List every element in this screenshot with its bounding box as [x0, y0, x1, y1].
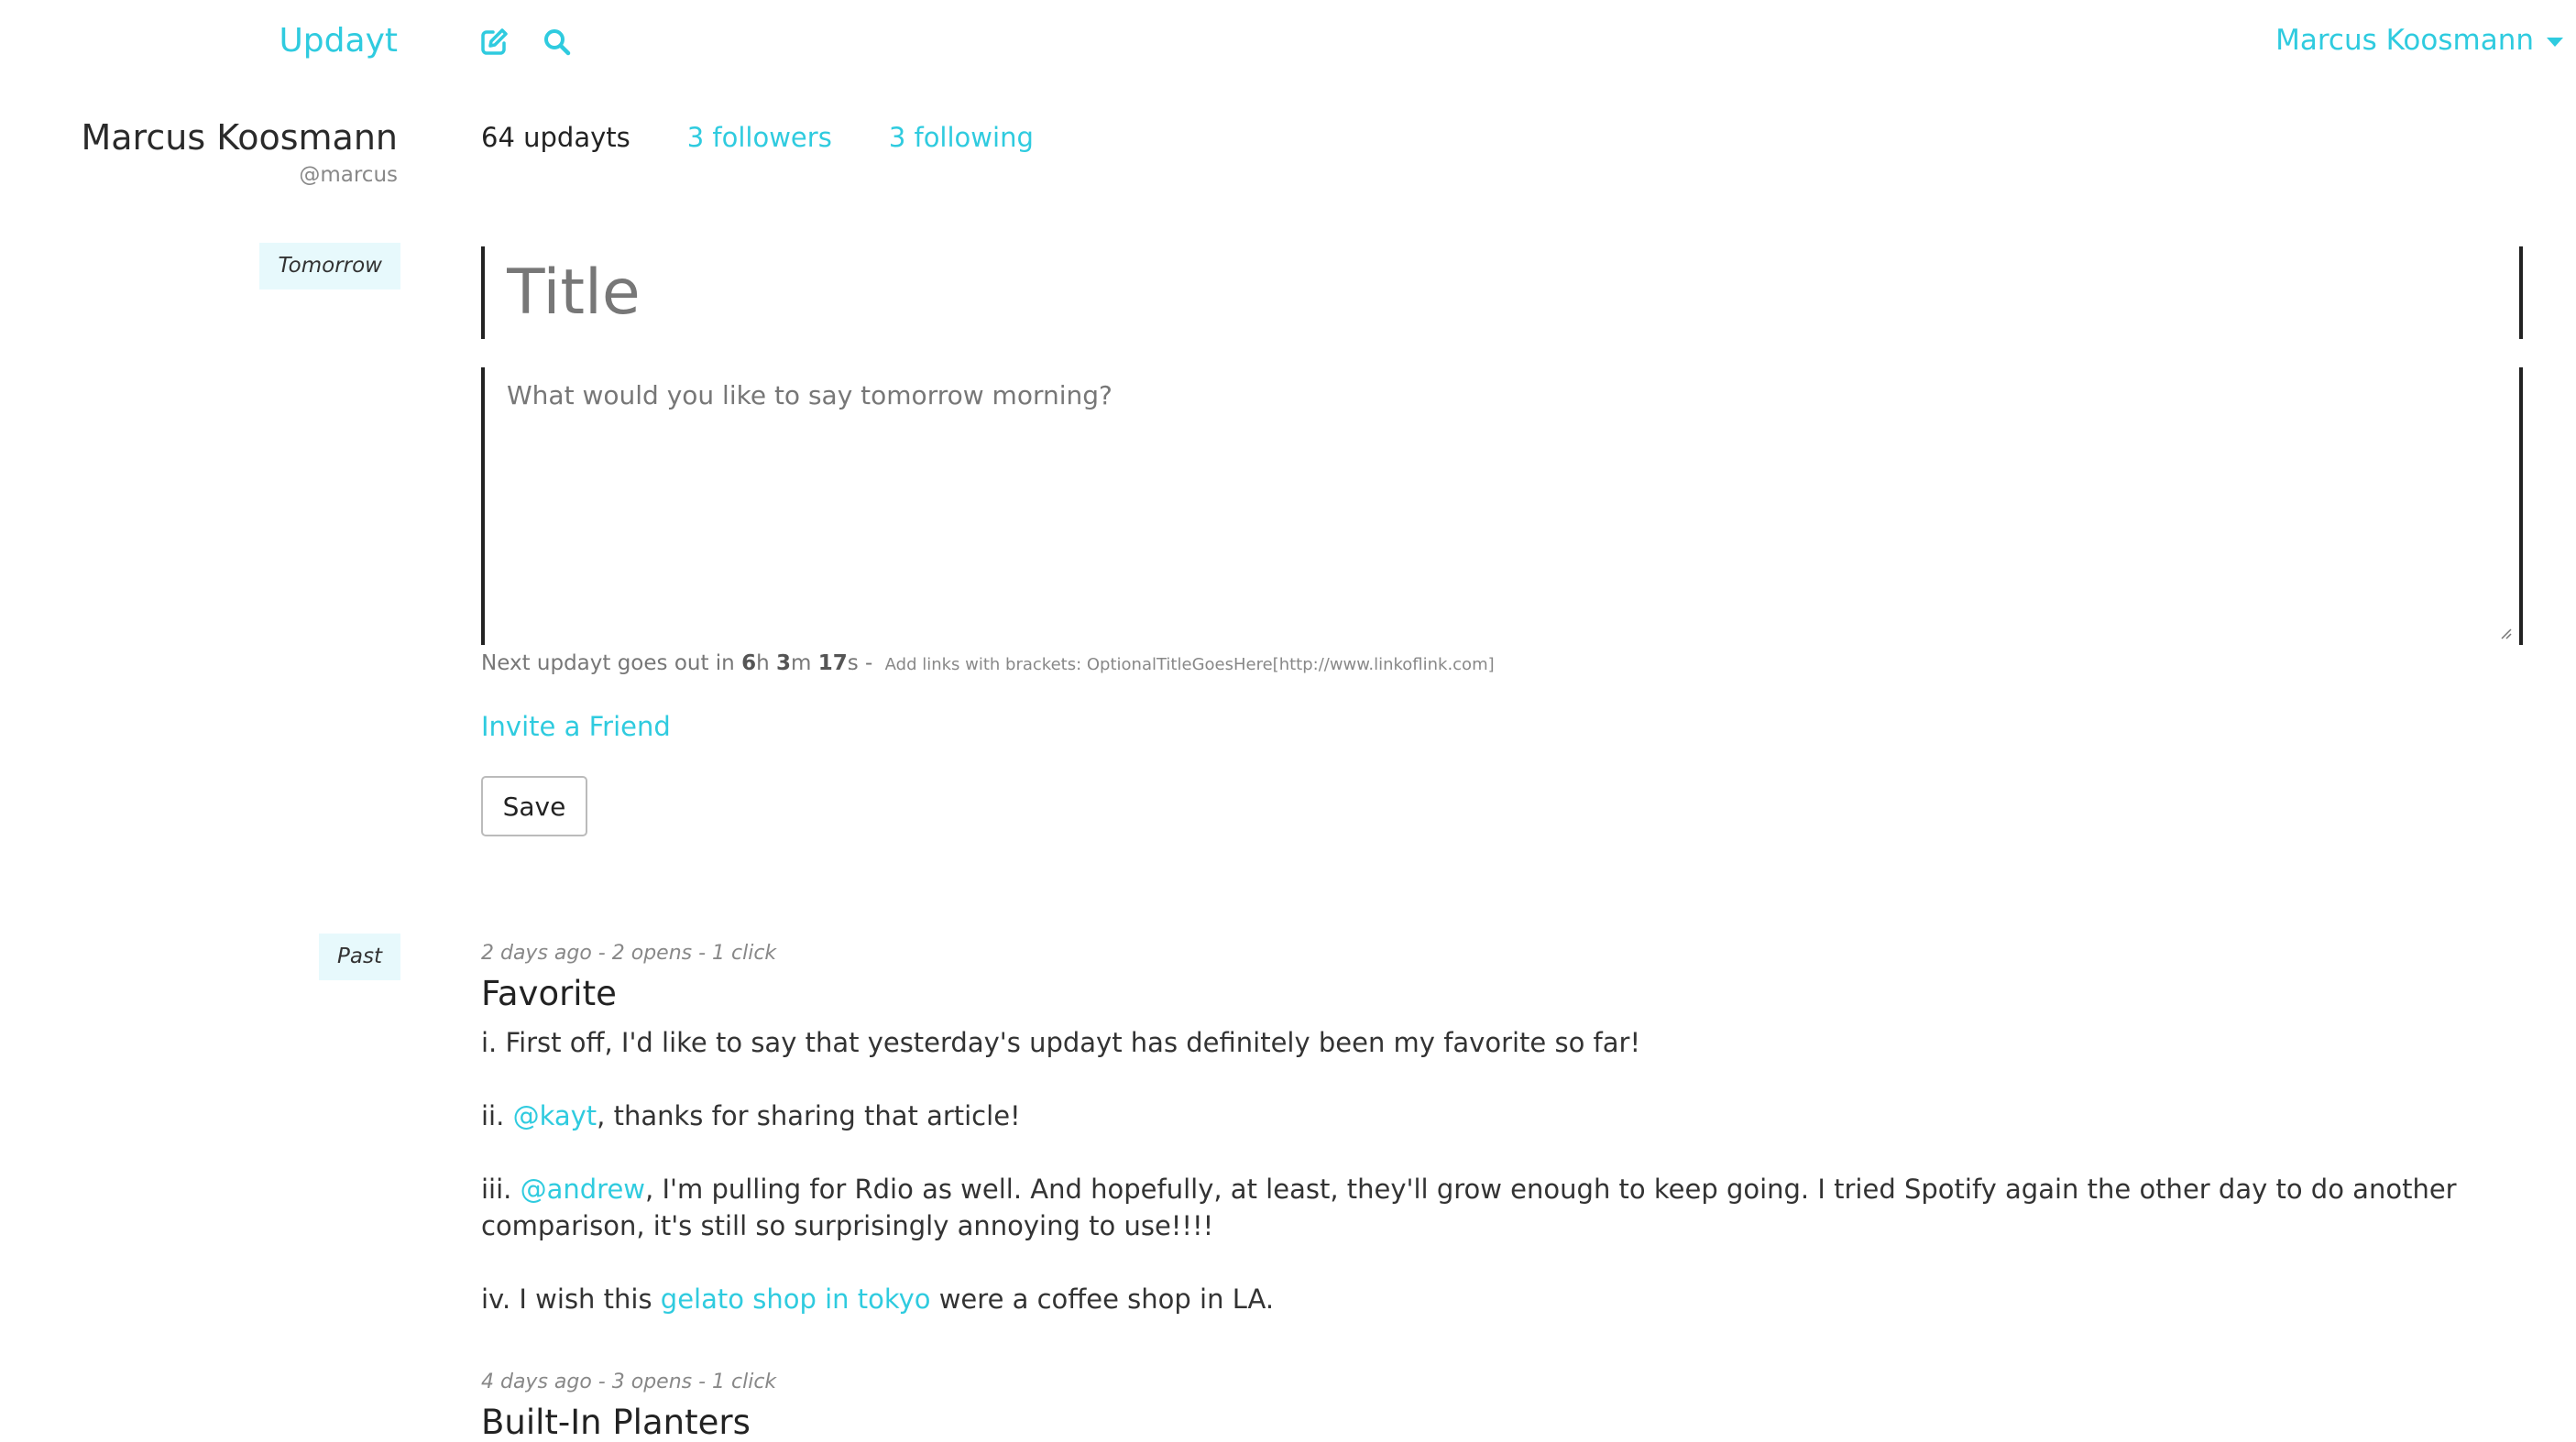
- post-meta: 2 days ago - 2 opens - 1 click: [481, 942, 777, 965]
- timer-separator: -: [858, 651, 880, 675]
- post-title: Built-In Planters: [481, 1403, 751, 1442]
- paragraph-text: were a coffee shop in LA.: [930, 1284, 1275, 1315]
- paragraph-prefix: iv. I wish this: [481, 1284, 661, 1315]
- post-body: i. First off, I'd like to say that yeste…: [481, 1024, 2525, 1317]
- mention-link[interactable]: @andrew: [521, 1174, 645, 1205]
- search-button[interactable]: [541, 26, 574, 59]
- compose-button[interactable]: [477, 26, 510, 59]
- profile-handle: @marcus: [299, 163, 398, 187]
- brand-logo[interactable]: Updayt: [0, 22, 398, 60]
- post-paragraph: iii. @andrew, I'm pulling for Rdio as we…: [481, 1171, 2525, 1244]
- invite-friend-link[interactable]: Invite a Friend: [481, 711, 671, 742]
- body-textarea[interactable]: [485, 367, 2519, 645]
- past-post: 2 days ago - 2 opens - 1 click Favorite …: [481, 942, 2525, 1354]
- paragraph-text: , thanks for sharing that article!: [597, 1100, 1021, 1131]
- paragraph-text: , I'm pulling for Rdio as well. And hope…: [481, 1174, 2457, 1241]
- post-title: Favorite: [481, 974, 617, 1013]
- paragraph-prefix: iii.: [481, 1174, 521, 1205]
- timer-minutes: 3: [775, 651, 791, 675]
- resize-grip-icon[interactable]: [2499, 627, 2512, 639]
- timer-hours-unit: h: [756, 651, 776, 675]
- profile-name: Marcus Koosmann: [81, 117, 398, 158]
- post-paragraph: i. First off, I'd like to say that yeste…: [481, 1027, 1641, 1058]
- chevron-down-icon: [2547, 38, 2563, 47]
- title-input[interactable]: [485, 246, 2519, 339]
- past-tag: Past: [319, 934, 400, 980]
- followers-link[interactable]: 3 followers: [687, 122, 832, 153]
- timer-prefix: Next updayt goes out in: [481, 651, 742, 675]
- user-menu[interactable]: Marcus Koosmann: [2275, 24, 2563, 57]
- inline-link[interactable]: gelato shop in tokyo: [661, 1284, 931, 1315]
- timer-seconds-unit: s: [847, 651, 859, 675]
- timer-seconds: 17: [817, 651, 848, 675]
- next-updayt-timer: Next updayt goes out in 6h 3m 17s - Add …: [481, 651, 1495, 675]
- timer-hours: 6: [741, 651, 757, 675]
- updayts-count: 64 updayts: [481, 122, 630, 153]
- compose-icon: [481, 28, 508, 55]
- post-meta: 4 days ago - 3 opens - 1 click: [481, 1371, 777, 1393]
- user-menu-label: Marcus Koosmann: [2275, 24, 2534, 57]
- save-button[interactable]: Save: [481, 776, 587, 836]
- post-paragraph: ii. @kayt, thanks for sharing that artic…: [481, 1098, 2525, 1134]
- following-link[interactable]: 3 following: [889, 122, 1034, 153]
- profile-stats: 64 updayts 3 followers 3 following: [481, 122, 1091, 153]
- search-icon: [544, 29, 571, 56]
- paragraph-prefix: ii.: [481, 1100, 513, 1131]
- body-field-wrapper: [481, 367, 2523, 645]
- tomorrow-tag: Tomorrow: [259, 243, 400, 289]
- timer-minutes-unit: m: [791, 651, 818, 675]
- past-post: 4 days ago - 3 opens - 1 click Built-In …: [481, 1371, 2525, 1442]
- title-field-wrapper: [481, 246, 2523, 339]
- link-hint: Add links with brackets: OptionalTitleGo…: [884, 655, 1495, 674]
- mention-link[interactable]: @kayt: [513, 1100, 597, 1131]
- post-paragraph: iv. I wish this gelato shop in tokyo wer…: [481, 1281, 2525, 1317]
